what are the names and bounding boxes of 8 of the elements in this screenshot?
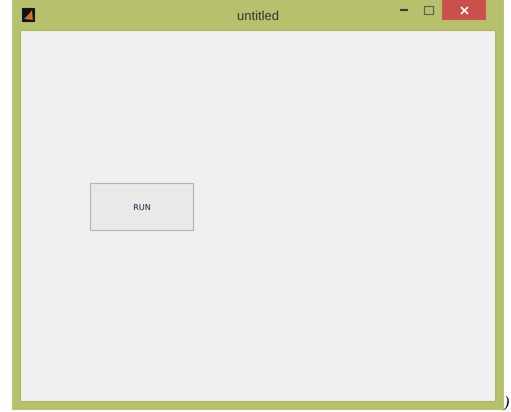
- minimize-icon: [400, 9, 408, 11]
- maximize-icon: [424, 6, 434, 14]
- run-button[interactable]: RUN: [90, 183, 194, 231]
- app-logo-icon: [22, 8, 35, 22]
- window-title: untitled: [237, 8, 279, 22]
- stray-text: ): [504, 394, 510, 412]
- close-icon: [460, 6, 468, 14]
- close-button[interactable]: [442, 0, 486, 20]
